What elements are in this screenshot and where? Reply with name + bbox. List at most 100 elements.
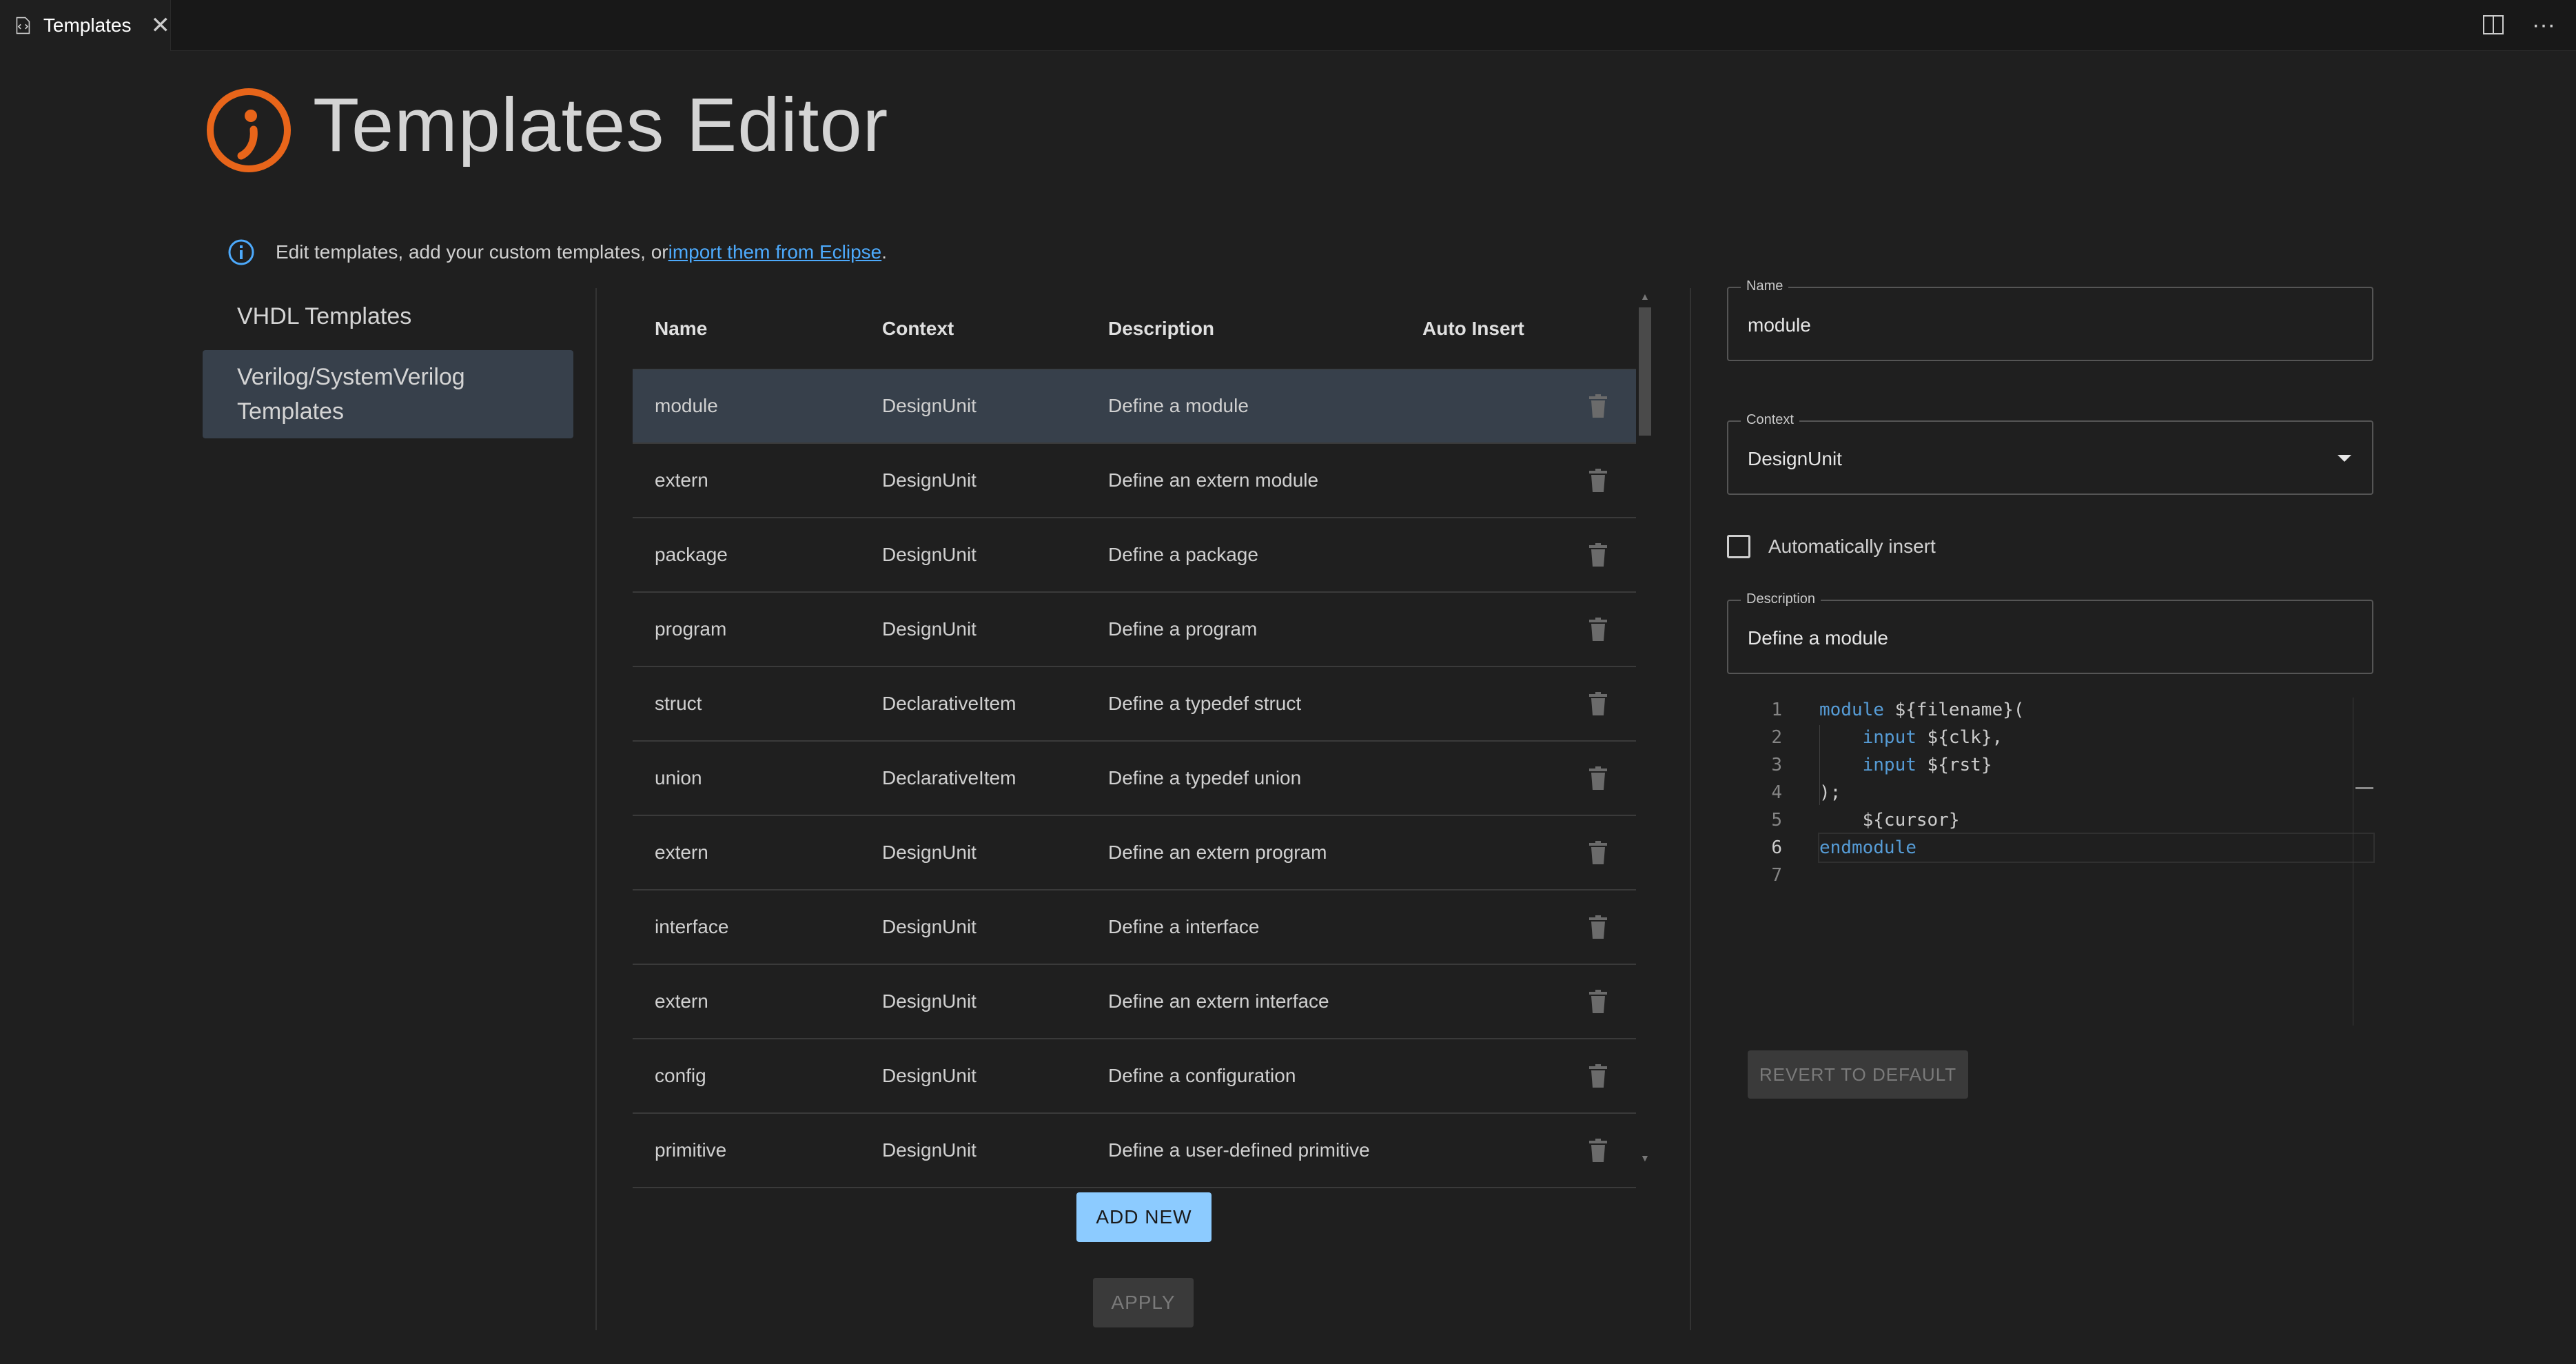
code-keyword: endmodule bbox=[1819, 837, 1916, 858]
divider-left bbox=[595, 288, 597, 1330]
table-scrollbar-thumb[interactable] bbox=[1639, 307, 1651, 436]
row-description: Define a configuration bbox=[1108, 1065, 1296, 1086]
code-keyword: module bbox=[1819, 700, 1884, 720]
table-row[interactable]: extern DesignUnit Define an extern interfa… bbox=[633, 965, 1636, 1039]
editor-tab-bar: Templates ✕ ··· bbox=[0, 0, 2576, 51]
row-name: union bbox=[655, 767, 702, 788]
delete-row-button[interactable] bbox=[1560, 469, 1636, 492]
row-context: DeclarativeItem bbox=[882, 693, 1016, 714]
code-text: ${rst} bbox=[1916, 755, 1992, 775]
scroll-down-arrow[interactable]: ▼ bbox=[1640, 1152, 1650, 1163]
info-icon bbox=[228, 239, 254, 265]
tab-label: Templates bbox=[43, 14, 132, 36]
add-new-button[interactable]: ADD NEW bbox=[1076, 1192, 1212, 1242]
delete-row-button[interactable] bbox=[1560, 841, 1636, 864]
row-name: module bbox=[655, 395, 718, 416]
context-select[interactable]: Context DesignUnit bbox=[1727, 412, 2373, 495]
line-number: 5 bbox=[1771, 810, 1782, 831]
split-editor-icon[interactable] bbox=[2482, 14, 2504, 35]
row-description: Define a program bbox=[1108, 618, 1258, 640]
code-line: 2 input ${clk}, bbox=[1727, 724, 2373, 751]
line-number: 4 bbox=[1771, 782, 1782, 803]
divider-right bbox=[1690, 288, 1691, 1330]
delete-row-button[interactable] bbox=[1560, 394, 1636, 418]
info-banner: Edit templates, add your custom template… bbox=[227, 238, 887, 266]
scroll-up-arrow[interactable]: ▲ bbox=[1640, 291, 1650, 302]
delete-row-button[interactable] bbox=[1560, 692, 1636, 715]
trash-icon bbox=[1589, 1139, 1607, 1162]
delete-row-button[interactable] bbox=[1560, 1139, 1636, 1162]
header-auto-insert: Auto Insert bbox=[1422, 317, 1524, 339]
description-field[interactable]: Description Define a module bbox=[1727, 591, 2373, 674]
delete-row-button[interactable] bbox=[1560, 1064, 1636, 1088]
trash-icon bbox=[1589, 990, 1607, 1013]
delete-row-button[interactable] bbox=[1560, 543, 1636, 567]
close-icon[interactable]: ✕ bbox=[151, 14, 171, 37]
row-name: interface bbox=[655, 916, 729, 937]
indent-guide bbox=[1819, 725, 1820, 805]
table-header: Name Context Description Auto Insert bbox=[633, 288, 1636, 369]
trash-icon bbox=[1589, 841, 1607, 864]
trash-icon bbox=[1589, 618, 1607, 641]
header-context: Context bbox=[882, 317, 954, 339]
code-keyword: input bbox=[1862, 727, 1916, 748]
delete-row-button[interactable] bbox=[1560, 766, 1636, 790]
templates-table: Name Context Description Auto Insert mod… bbox=[633, 288, 1636, 1188]
code-text: ${clk}, bbox=[1916, 727, 2003, 748]
line-number: 6 bbox=[1771, 837, 1782, 858]
context-label: Context bbox=[1741, 412, 1799, 428]
code-text: ${cursor} bbox=[1819, 810, 1960, 831]
page-title: Templates Editor bbox=[313, 83, 889, 167]
row-name: extern bbox=[655, 990, 708, 1012]
name-value: module bbox=[1748, 314, 1811, 336]
row-name: config bbox=[655, 1065, 706, 1086]
description-value: Define a module bbox=[1748, 627, 1888, 649]
nav-item-verilog[interactable]: Verilog/SystemVerilog Templates bbox=[203, 350, 573, 438]
import-eclipse-link[interactable]: import them from Eclipse bbox=[668, 241, 882, 263]
name-field[interactable]: Name module bbox=[1727, 278, 2373, 361]
revert-to-default-button[interactable]: REVERT TO DEFAULT bbox=[1748, 1050, 1968, 1099]
row-context: DesignUnit bbox=[882, 395, 977, 416]
nav-item-vhdl[interactable]: VHDL Templates bbox=[203, 289, 573, 343]
table-row[interactable]: struct DeclarativeItem Define a typedef st… bbox=[633, 667, 1636, 742]
row-name: extern bbox=[655, 469, 708, 491]
row-description: Define an extern program bbox=[1108, 842, 1327, 863]
row-description: Define a typedef union bbox=[1108, 767, 1302, 788]
trash-icon bbox=[1589, 1064, 1607, 1088]
table-row[interactable]: extern DesignUnit Define an extern module bbox=[633, 444, 1636, 518]
row-context: DesignUnit bbox=[882, 618, 977, 640]
row-description: Define a interface bbox=[1108, 916, 1260, 937]
row-context: DesignUnit bbox=[882, 916, 977, 937]
name-label: Name bbox=[1741, 278, 1789, 294]
table-row[interactable]: interface DesignUnit Define a interface bbox=[633, 890, 1636, 965]
row-description: Define an extern interface bbox=[1108, 990, 1329, 1012]
table-row[interactable]: program DesignUnit Define a program bbox=[633, 593, 1636, 667]
header-name: Name bbox=[655, 317, 708, 339]
line-number: 2 bbox=[1771, 727, 1782, 748]
table-row[interactable]: config DesignUnit Define a configuration bbox=[633, 1039, 1636, 1114]
auto-insert-checkbox[interactable] bbox=[1727, 535, 1750, 558]
apply-button[interactable]: APPLY bbox=[1093, 1278, 1194, 1327]
row-description: Define a module bbox=[1108, 395, 1249, 416]
row-name: package bbox=[655, 544, 728, 565]
code-line: 7 bbox=[1727, 862, 2373, 889]
more-actions-icon[interactable]: ··· bbox=[2532, 10, 2555, 40]
sigasi-logo-icon bbox=[207, 88, 291, 172]
row-description: Define a user-defined primitive bbox=[1108, 1139, 1370, 1161]
tab-templates[interactable]: Templates ✕ bbox=[0, 0, 171, 51]
table-row[interactable]: primitive DesignUnit Define a user-defined… bbox=[633, 1114, 1636, 1188]
table-row[interactable]: union DeclarativeItem Define a typedef uni… bbox=[633, 742, 1636, 816]
template-code-editor[interactable]: 1 module ${filename}(2 input ${clk}, 3 inp… bbox=[1727, 696, 2375, 1027]
delete-row-button[interactable] bbox=[1560, 990, 1636, 1013]
delete-row-button[interactable] bbox=[1560, 618, 1636, 641]
row-context: DeclarativeItem bbox=[882, 767, 1016, 788]
trash-icon bbox=[1589, 692, 1607, 715]
delete-row-button[interactable] bbox=[1560, 915, 1636, 939]
code-line: 5 ${cursor} bbox=[1727, 806, 2373, 834]
table-row[interactable]: module DesignUnit Define a module bbox=[633, 369, 1636, 444]
trash-icon bbox=[1589, 766, 1607, 790]
table-row[interactable]: package DesignUnit Define a package bbox=[633, 518, 1636, 593]
row-description: Define an extern module bbox=[1108, 469, 1319, 491]
line-number: 1 bbox=[1771, 700, 1782, 720]
table-row[interactable]: extern DesignUnit Define an extern program bbox=[633, 816, 1636, 890]
